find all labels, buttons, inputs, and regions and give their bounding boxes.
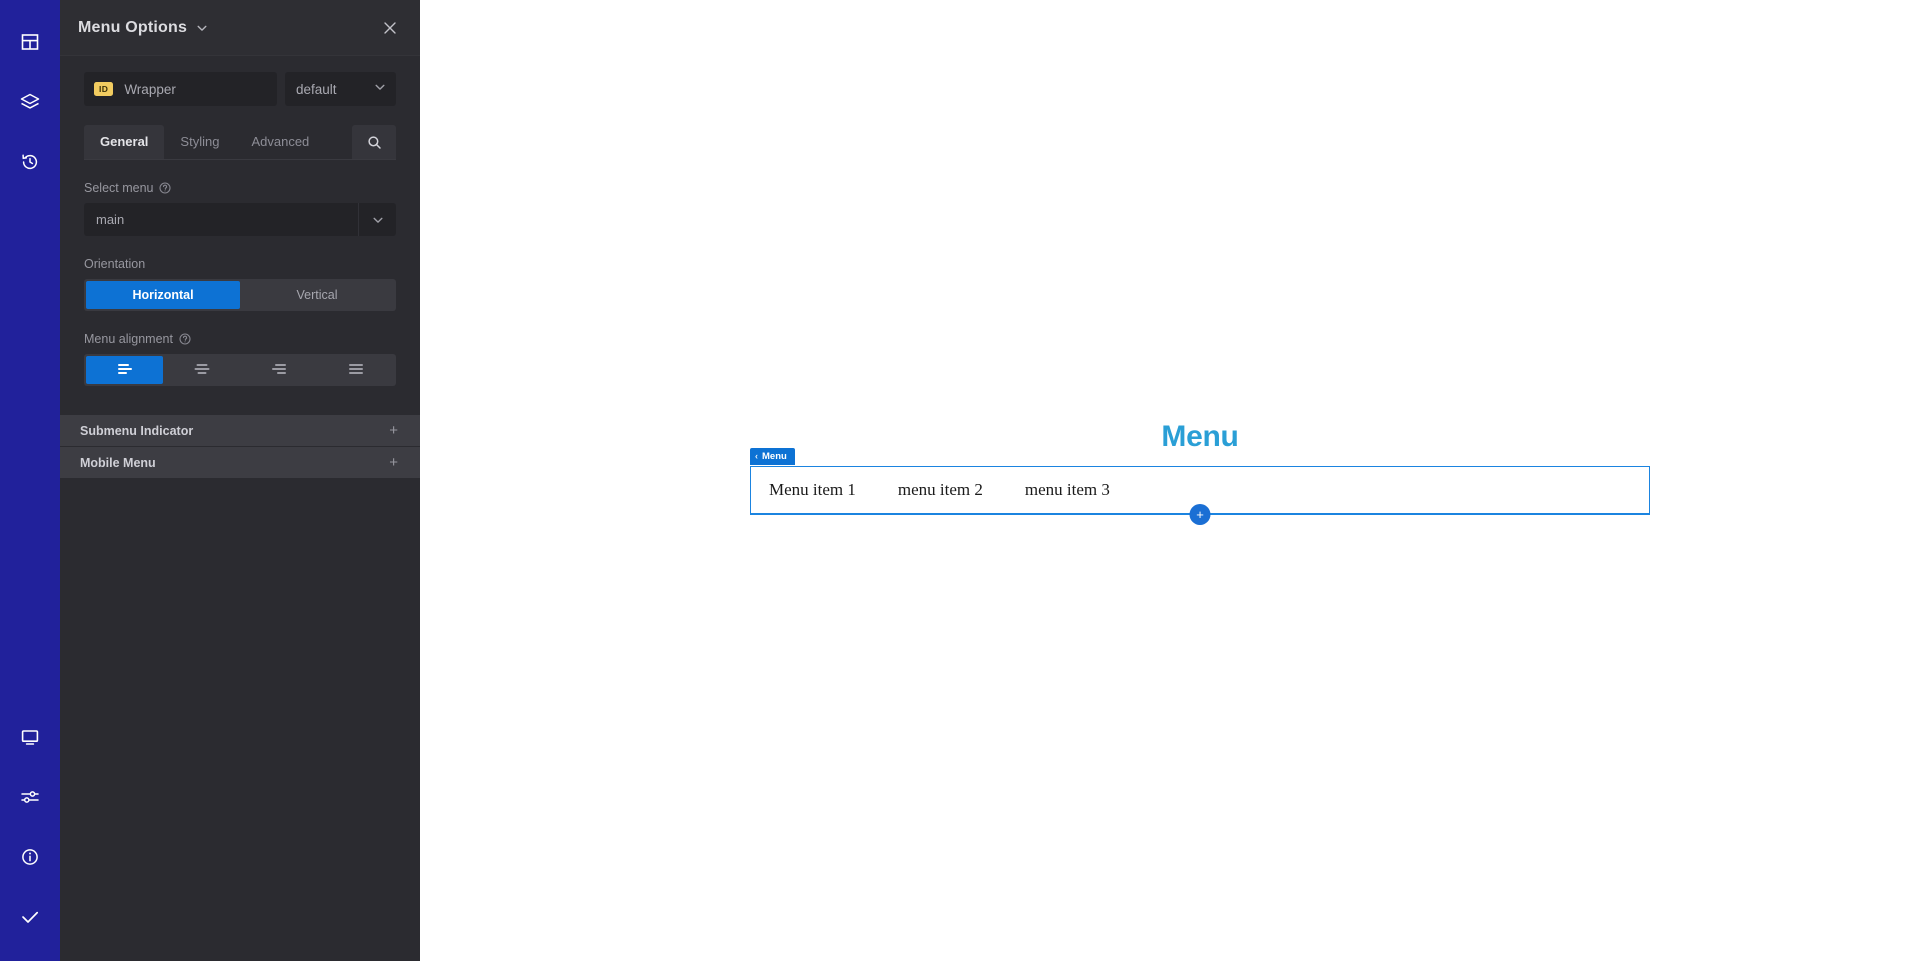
orientation-label: Orientation — [84, 257, 145, 271]
rail-item-settings[interactable] — [0, 767, 60, 827]
tab-advanced[interactable]: Advanced — [235, 125, 325, 159]
options-panel: Menu Options ID Wrapper — [60, 0, 420, 961]
help-icon[interactable] — [179, 333, 191, 345]
tab-styling[interactable]: Styling — [164, 125, 235, 159]
element-name-field[interactable]: ID Wrapper — [84, 72, 277, 106]
accordion-mobile-menu[interactable]: Mobile Menu + — [60, 446, 420, 478]
orientation-segmented-control: Horizontal Vertical — [84, 279, 396, 311]
plus-icon: + — [389, 423, 398, 438]
plus-icon: + — [389, 455, 398, 470]
panel-title: Menu Options — [78, 19, 187, 37]
accordion-submenu-indicator[interactable]: Submenu Indicator + — [60, 414, 420, 446]
page-title: Menu — [750, 420, 1650, 454]
chevron-down-icon — [374, 80, 386, 98]
panel-body: ID Wrapper default General Styling Advan… — [60, 56, 420, 720]
search-icon[interactable] — [352, 125, 396, 159]
accordion-label: Submenu Indicator — [80, 424, 389, 438]
rail-top-group — [0, 0, 60, 192]
select-menu-value: main — [84, 212, 358, 227]
orientation-label-row: Orientation — [84, 257, 396, 271]
rail-item-history[interactable] — [0, 132, 60, 192]
preview-canvas[interactable]: Menu ‹ Menu Menu item 1 menu item 2 menu… — [420, 0, 1920, 961]
select-menu-label-row: Select menu — [84, 181, 396, 195]
align-center-icon — [193, 361, 211, 380]
check-icon — [19, 906, 41, 928]
selected-menu-block[interactable]: ‹ Menu Menu item 1 menu item 2 menu item… — [750, 466, 1650, 514]
list-item[interactable]: menu item 3 — [1025, 480, 1152, 500]
sliders-icon — [19, 786, 41, 808]
history-icon — [20, 152, 40, 172]
id-badge: ID — [94, 82, 113, 96]
tabs-spacer — [325, 125, 352, 159]
select-menu-label: Select menu — [84, 181, 153, 195]
align-right-icon — [270, 361, 288, 380]
left-icon-rail — [0, 0, 60, 961]
orientation-option-vertical[interactable]: Vertical — [240, 281, 394, 309]
info-icon — [20, 847, 40, 867]
element-name-value: Wrapper — [124, 82, 176, 97]
general-tab-content: Select menu main — [60, 181, 420, 386]
rail-item-responsive[interactable] — [0, 707, 60, 767]
menu-alignment-label-row: Menu alignment — [84, 332, 396, 346]
element-id-row: ID Wrapper default — [60, 56, 420, 106]
align-justify-button[interactable] — [317, 356, 394, 384]
add-element-button[interactable]: + — [1190, 504, 1211, 525]
panel-empty-area — [60, 720, 420, 961]
panel-header: Menu Options — [60, 0, 420, 56]
panel-tabs: General Styling Advanced — [84, 125, 396, 160]
accordion-list: Submenu Indicator + Mobile Menu + — [60, 414, 420, 478]
tab-general[interactable]: General — [84, 125, 164, 159]
align-center-button[interactable] — [163, 356, 240, 384]
align-left-icon — [116, 361, 134, 380]
selection-badge[interactable]: ‹ Menu — [750, 448, 795, 465]
align-justify-icon — [347, 361, 365, 380]
chevron-down-icon — [358, 203, 396, 236]
rail-item-layout[interactable] — [0, 12, 60, 72]
close-icon[interactable] — [378, 16, 402, 40]
rail-item-save[interactable] — [0, 887, 60, 947]
layout-icon — [20, 32, 40, 52]
chevron-left-icon: ‹ — [755, 451, 758, 462]
accordion-label: Mobile Menu — [80, 456, 389, 470]
layers-icon — [19, 91, 41, 113]
align-left-button[interactable] — [86, 356, 163, 384]
help-icon[interactable] — [159, 182, 171, 194]
preview-content: Menu ‹ Menu Menu item 1 menu item 2 menu… — [750, 420, 1650, 514]
rail-bottom-group — [0, 707, 60, 961]
monitor-icon — [20, 727, 40, 747]
rail-item-info[interactable] — [0, 827, 60, 887]
selection-badge-label: Menu — [762, 451, 787, 462]
menu-alignment-segmented-control — [84, 354, 396, 386]
orientation-option-horizontal[interactable]: Horizontal — [86, 281, 240, 309]
menu-items-list: Menu item 1 menu item 2 menu item 3 — [769, 480, 1152, 500]
align-right-button[interactable] — [240, 356, 317, 384]
list-item[interactable]: Menu item 1 — [769, 480, 898, 500]
app-root: Menu Options ID Wrapper — [0, 0, 1920, 961]
select-menu-dropdown[interactable]: main — [84, 203, 396, 236]
panel-title-chevron-down-icon[interactable] — [196, 22, 208, 34]
element-state-value: default — [296, 82, 337, 97]
list-item[interactable]: menu item 2 — [898, 480, 1025, 500]
rail-item-layers[interactable] — [0, 72, 60, 132]
element-state-select[interactable]: default — [285, 72, 396, 106]
menu-alignment-label: Menu alignment — [84, 332, 173, 346]
